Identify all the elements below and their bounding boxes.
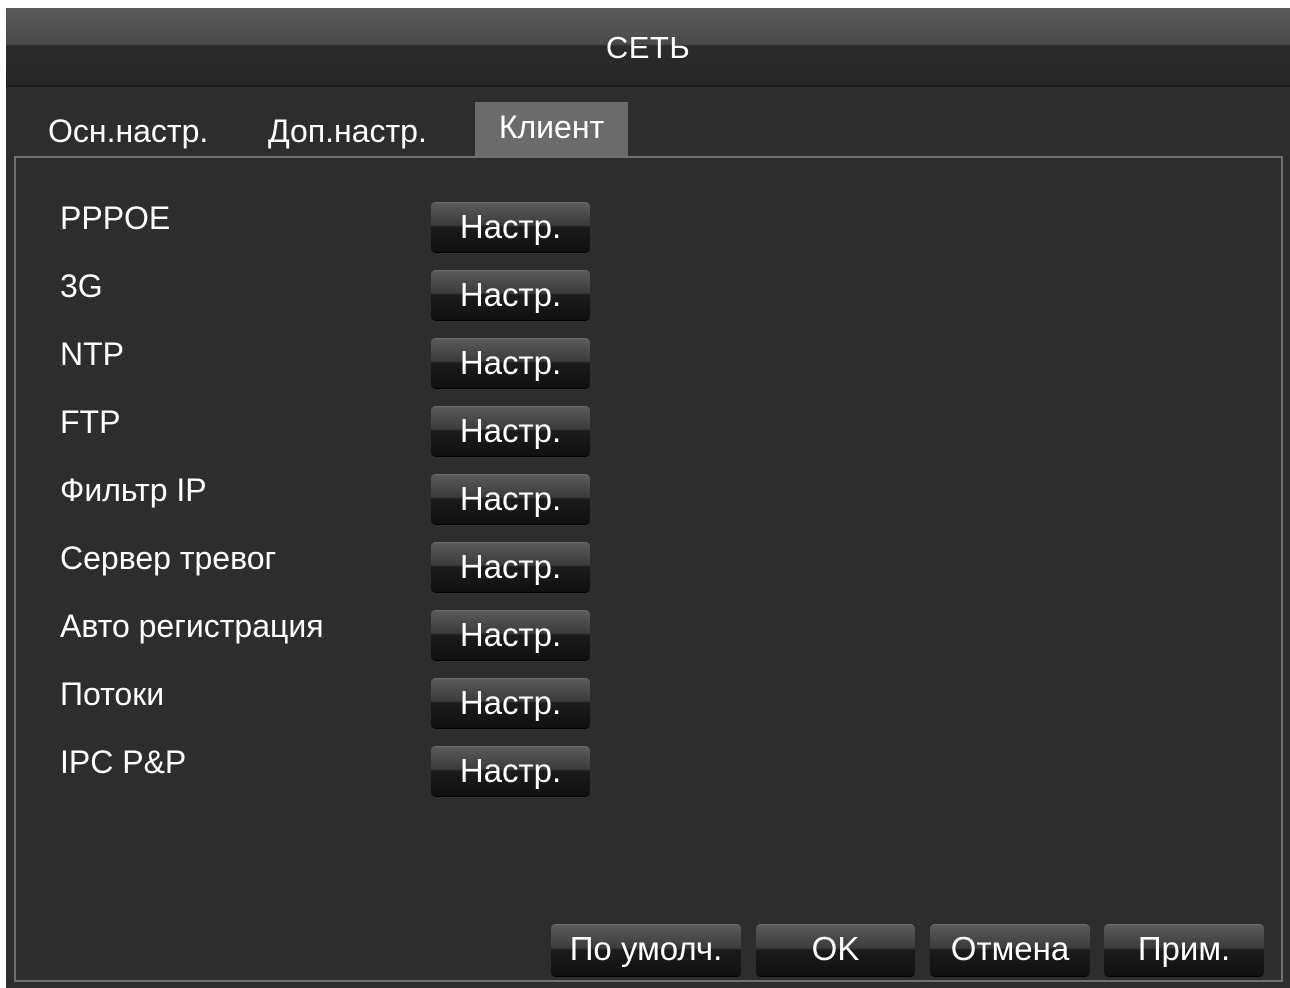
ftp-setup-button[interactable]: Настр. [431, 406, 590, 456]
service-label-ip-filter: Фильтр IP [60, 472, 207, 508]
tab-advanced-settings[interactable]: Доп.настр. [268, 102, 427, 156]
ip-filter-setup-button[interactable]: Настр. [431, 474, 590, 524]
service-label-ipc-pnp: IPC P&P [60, 744, 187, 780]
tab-client[interactable]: Клиент [475, 102, 628, 156]
client-settings-panel: PPPOE Настр. 3G Настр. NTP Настр. FTP На… [14, 156, 1283, 982]
service-label-ntp: NTP [60, 336, 124, 372]
service-label-auto-registration: Авто регистрация [60, 608, 324, 644]
ntp-setup-button[interactable]: Настр. [431, 338, 590, 388]
service-label-streams: Потоки [60, 676, 165, 712]
tab-basic-settings[interactable]: Осн.настр. [48, 102, 208, 156]
alarm-server-setup-button[interactable]: Настр. [431, 542, 590, 592]
pppoe-setup-button[interactable]: Настр. [431, 202, 590, 252]
apply-button[interactable]: Прим. [1104, 924, 1264, 976]
cancel-button[interactable]: Отмена [930, 924, 1090, 976]
3g-setup-button[interactable]: Настр. [431, 270, 590, 320]
title-bar: СЕТЬ [6, 8, 1290, 87]
service-label-ftp: FTP [60, 404, 121, 440]
tab-bar: Осн.настр. Доп.настр. Клиент [6, 102, 1290, 156]
service-label-pppoe: PPPOE [60, 200, 171, 236]
auto-registration-setup-button[interactable]: Настр. [431, 610, 590, 660]
streams-setup-button[interactable]: Настр. [431, 678, 590, 728]
window-title: СЕТЬ [605, 30, 691, 65]
network-settings-window: СЕТЬ Осн.настр. Доп.настр. Клиент PPPOE … [6, 8, 1290, 988]
service-label-3g: 3G [60, 268, 103, 304]
default-button[interactable]: По умолч. [551, 924, 741, 976]
ok-button[interactable]: OK [756, 924, 915, 976]
ipc-pnp-setup-button[interactable]: Настр. [431, 746, 590, 796]
service-label-alarm-server: Сервер тревог [60, 540, 277, 576]
